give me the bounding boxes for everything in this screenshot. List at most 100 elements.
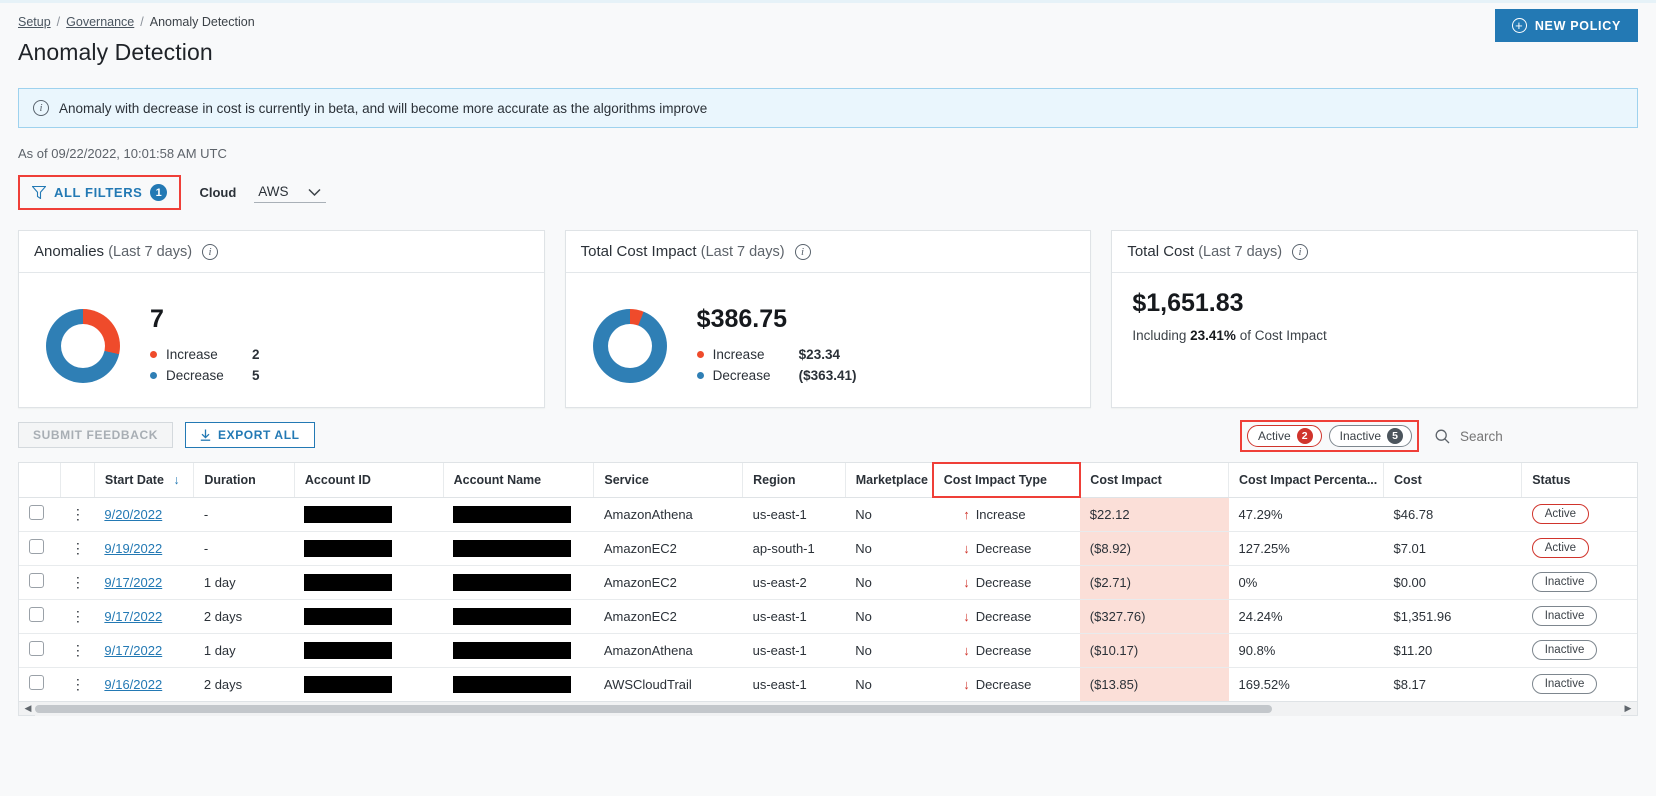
card-anomalies-subtitle: (Last 7 days)	[108, 244, 193, 260]
row-checkbox[interactable]	[29, 505, 44, 520]
col-marketplace[interactable]: Marketplace	[845, 463, 934, 498]
table-row[interactable]: ⋮ 9/17/2022 1 day AmazonEC2 us-east-2 No ↓ Decr…	[19, 565, 1637, 600]
row-checkbox-cell	[19, 599, 61, 634]
cell-cost-impact-percentage: 24.24%	[1228, 599, 1384, 634]
card-total-cost-body: $1,651.83 Including 23.41% of Cost Impac…	[1112, 273, 1637, 408]
table-row[interactable]: ⋮ 9/17/2022 2 days AmazonEC2 us-east-1 No ↓ Dec…	[19, 599, 1637, 634]
row-checkbox[interactable]	[29, 539, 44, 554]
info-icon[interactable]: i	[1292, 243, 1309, 260]
kebab-menu-icon[interactable]: ⋮	[71, 574, 85, 590]
legend-dot-increase	[150, 351, 157, 358]
row-checkbox[interactable]	[29, 641, 44, 656]
redacted-account-id	[304, 573, 393, 591]
cell-status: Inactive	[1521, 599, 1637, 634]
including-suffix: of Cost Impact	[1235, 328, 1327, 343]
info-icon[interactable]: i	[202, 243, 219, 260]
info-icon[interactable]: i	[794, 243, 811, 260]
start-date-link[interactable]: 9/17/2022	[104, 643, 162, 658]
row-checkbox-cell	[19, 565, 61, 600]
col-cost-impact-type[interactable]: Cost Impact Type	[932, 462, 1081, 498]
cell-status: Inactive	[1522, 667, 1637, 701]
total-cost-including: Including 23.41% of Cost Impact	[1132, 328, 1619, 343]
col-start-date[interactable]: Start Date ↓	[94, 463, 195, 498]
search-input[interactable]	[1458, 427, 1638, 445]
cost-impact-type-value: ↓ Decrease	[963, 642, 1032, 658]
status-filter-inactive[interactable]: Inactive 5	[1328, 425, 1412, 447]
start-date-link[interactable]: 9/17/2022	[104, 609, 162, 624]
start-date-link[interactable]: 9/16/2022	[104, 677, 162, 692]
status-filter-highlight: Active 2 Inactive 5	[1239, 420, 1419, 452]
kebab-menu-icon[interactable]: ⋮	[71, 540, 85, 556]
table-row[interactable]: ⋮ 9/19/2022 - AmazonEC2 ap-south-1 No ↓ Decreas…	[19, 531, 1637, 566]
row-checkbox[interactable]	[29, 573, 44, 588]
search-box[interactable]	[1435, 427, 1638, 445]
card-total-cost-impact: Total Cost Impact (Last 7 days) i $386.7…	[564, 230, 1092, 408]
kebab-menu-icon[interactable]: ⋮	[71, 642, 85, 658]
table-row[interactable]: ⋮ 9/17/2022 1 day AmazonAthena us-east-1 No ↓ D…	[19, 633, 1637, 668]
cell-region: us-east-1	[752, 676, 807, 692]
col-status[interactable]: Status	[1521, 463, 1637, 498]
download-icon	[200, 429, 211, 441]
legend-row-decrease: Decrease ($363.41)	[696, 368, 856, 383]
breadcrumb-separator-2: /	[140, 15, 144, 29]
cloud-select[interactable]: AWS	[254, 182, 327, 203]
scroll-right-arrow[interactable]: ▶	[1621, 703, 1635, 714]
status-filter-active[interactable]: Active 2	[1246, 425, 1322, 447]
sort-desc-icon: ↓	[173, 472, 180, 487]
col-region[interactable]: Region	[742, 463, 846, 498]
col-duration[interactable]: Duration	[193, 463, 295, 498]
cloud-select-wrapper: AWS	[254, 182, 327, 203]
col-account-name[interactable]: Account Name	[443, 463, 595, 498]
arrow-down-icon: ↓	[963, 574, 970, 590]
legend-label-decrease: Decrease	[712, 368, 771, 383]
cell-cost-impact: ($2.71)	[1079, 565, 1229, 600]
cost-impact-donut-chart	[592, 308, 667, 383]
row-checkbox[interactable]	[29, 607, 44, 622]
legend-row-increase: Increase $23.34	[696, 347, 857, 362]
summary-cards: Anomalies (Last 7 days) i 7 Increase 2 D…	[0, 210, 1656, 408]
col-account-id[interactable]: Account ID	[294, 463, 444, 498]
breadcrumb-link-governance[interactable]: Governance	[66, 15, 134, 29]
scrollbar-track[interactable]	[35, 701, 1621, 716]
status-badge: Inactive	[1531, 674, 1598, 695]
cell-account-name	[443, 599, 594, 634]
all-filters-label: ALL FILTERS	[54, 185, 143, 200]
start-date-link[interactable]: 9/17/2022	[104, 575, 162, 590]
breadcrumb-link-setup[interactable]: Setup	[18, 15, 51, 29]
scrollbar-thumb[interactable]	[35, 704, 1273, 713]
redacted-account-id	[304, 675, 393, 693]
redacted-account-id	[304, 505, 393, 523]
cell-account-name	[443, 531, 594, 566]
cell-region: us-east-1	[742, 497, 846, 532]
cell-status: Inactive	[1521, 565, 1637, 600]
cell-cost-impact-percentage: 0%	[1228, 565, 1384, 600]
col-cost[interactable]: Cost	[1383, 463, 1523, 498]
table-row[interactable]: ⋮ 9/20/2022 - AmazonAthena us-east-1 No ↑ Incre…	[19, 497, 1637, 532]
col-cost-impact-percentage[interactable]: Cost Impact Percenta...	[1228, 463, 1384, 498]
scroll-left-arrow[interactable]: ◀	[21, 703, 35, 714]
redacted-account-name	[453, 675, 572, 693]
new-policy-button[interactable]: + NEW POLICY	[1494, 9, 1638, 42]
arrow-down-icon: ↓	[963, 608, 970, 624]
all-filters-button[interactable]: ALL FILTERS 1	[28, 181, 171, 204]
kebab-menu-icon[interactable]: ⋮	[71, 506, 85, 522]
export-all-button[interactable]: EXPORT ALL	[185, 422, 315, 448]
legend-row-decrease: Decrease 5	[150, 368, 260, 383]
col-cost-impact[interactable]: Cost Impact	[1079, 463, 1229, 498]
cell-cost-impact-type: ↑ Increase	[933, 497, 1080, 532]
table-row[interactable]: ⋮ 9/16/2022 2 days AWSCloudTrail us-east-1 No…	[19, 667, 1637, 701]
card-anomalies-header: Anomalies (Last 7 days) i	[19, 231, 544, 273]
kebab-menu-icon[interactable]: ⋮	[71, 676, 85, 692]
kebab-menu-icon[interactable]: ⋮	[71, 608, 85, 624]
banner-text: Anomaly with decrease in cost is current…	[59, 100, 708, 116]
cell-account-id	[294, 667, 443, 701]
submit-feedback-button[interactable]: SUBMIT FEEDBACK	[18, 422, 173, 448]
horizontal-scrollbar[interactable]: ◀ ▶	[19, 701, 1637, 716]
start-date-link[interactable]: 9/20/2022	[104, 507, 162, 522]
cost-impact-type-value: ↓ Decrease	[963, 676, 1032, 692]
start-date-link[interactable]: 9/19/2022	[104, 541, 162, 556]
row-checkbox[interactable]	[29, 675, 44, 691]
status-badge: Active	[1531, 538, 1590, 558]
col-service[interactable]: Service	[593, 463, 744, 498]
cell-service: AmazonAthena	[593, 633, 743, 668]
